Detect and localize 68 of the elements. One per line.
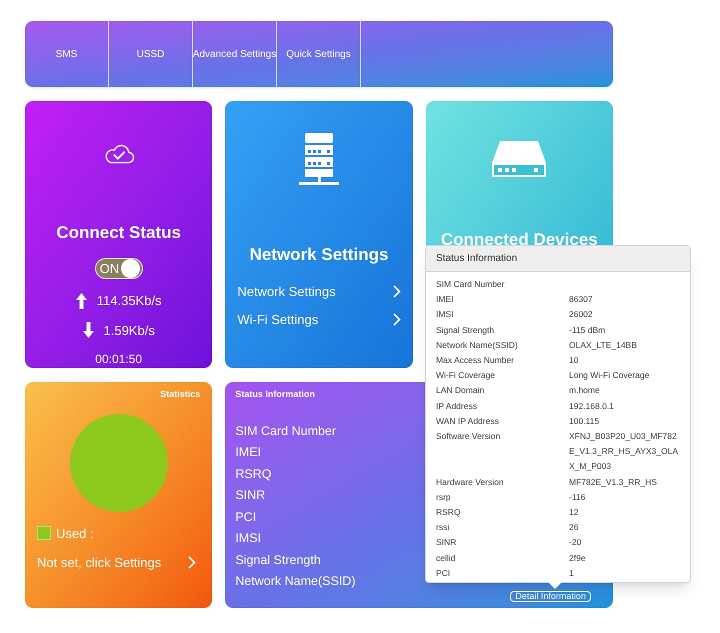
info-value: 2f9e — [569, 552, 587, 565]
status-item: SIM Card Number — [235, 422, 336, 439]
info-value: XFNJ_B03P20_U03_MF782E_V1.3_RR_HS_AYX3_OLAX_M_P003 — [569, 430, 679, 474]
info-label: SIM Card Number — [436, 278, 506, 291]
detail-information-button[interactable]: Detail Information — [510, 591, 591, 602]
connection-time: 00:01:50 — [95, 351, 142, 368]
status-item: Signal Strength — [235, 552, 321, 568]
info-label: Wi-Fi Coverage — [436, 369, 496, 382]
download-arrow-icon — [82, 322, 94, 338]
info-value: 12 — [569, 506, 580, 520]
info-label: SINR — [436, 536, 458, 550]
chevron-icon — [392, 284, 401, 298]
info-label: rssi — [436, 521, 450, 534]
info-label: Max Access Number — [436, 354, 515, 368]
info-label: Software Version — [436, 430, 502, 444]
info-value: Long Wi-Fi Coverage — [569, 369, 650, 382]
status-item: IMSI — [235, 530, 262, 546]
status-item: RSRQ — [235, 466, 272, 482]
info-value: 10 — [569, 354, 580, 368]
info-label: LAN Domain — [436, 384, 486, 398]
info-value: OLAX_LTE_14BB — [569, 338, 638, 352]
info-value: m.home — [569, 384, 601, 398]
upload-arrow-icon — [76, 292, 87, 309]
info-value: 192.168.0.1 — [569, 400, 615, 413]
info-label: Network Name(SSID) — [436, 338, 519, 352]
chevron-icon — [392, 313, 401, 326]
settings-link[interactable]: Not set, click Settings — [37, 553, 200, 572]
info-label: rsrp — [436, 490, 452, 504]
info-value: 26002 — [569, 308, 594, 322]
info-label: IMSI — [436, 308, 454, 322]
download-speed: 1.59Kb/s — [104, 322, 155, 340]
toggle-switch[interactable]: ON — [94, 258, 143, 279]
info-value: 86307 — [569, 293, 594, 306]
info-label: IP Address — [436, 400, 478, 413]
info-label: RSRQ — [436, 506, 462, 520]
info-value: MF782E_V1.3_RR_HS — [569, 476, 658, 489]
info-value: 1 — [569, 566, 575, 580]
info-value: -115 dBm — [569, 324, 606, 337]
info-label: PCI — [436, 566, 452, 580]
card-title: Connect Status — [56, 222, 181, 244]
chevron-icon — [188, 556, 196, 570]
nav-tab[interactable]: USSD — [109, 21, 193, 87]
info-label: Signal Strength — [436, 324, 496, 337]
info-value: 26 — [569, 521, 580, 534]
info-label: WAN IP Address — [436, 414, 500, 428]
status-item: IMEI — [235, 444, 262, 460]
nav-tab[interactable]: Quick Settings — [277, 21, 361, 87]
info-label: cellid — [436, 552, 456, 565]
upload-speed: 114.35Kb/s — [96, 292, 162, 310]
nav-tab[interactable]: Advanced Settings — [193, 21, 277, 87]
status-item: SINR — [235, 487, 266, 504]
status-item: Network Name(SSID) — [235, 573, 356, 590]
info-value: -20 — [569, 536, 582, 550]
info-label: IMEI — [436, 293, 454, 306]
info-value: -116 — [569, 490, 586, 504]
server-icon — [296, 131, 341, 187]
settings-link[interactable]: Wi-Fi Settings — [237, 310, 401, 330]
legend-label: Used : — [56, 524, 94, 542]
card-title: Statistics — [160, 388, 200, 401]
status-item: PCI — [235, 508, 256, 525]
info-label: Hardware Version — [436, 476, 505, 489]
router-icon — [490, 139, 548, 179]
settings-link[interactable]: Network Settings — [237, 282, 401, 301]
nav-tab[interactable]: SMS — [25, 21, 109, 87]
card-title: Status Information — [235, 388, 315, 401]
card-title: Network Settings — [248, 244, 390, 266]
popup-title: Status Information — [426, 246, 690, 272]
info-value: 100.115 — [569, 414, 600, 428]
